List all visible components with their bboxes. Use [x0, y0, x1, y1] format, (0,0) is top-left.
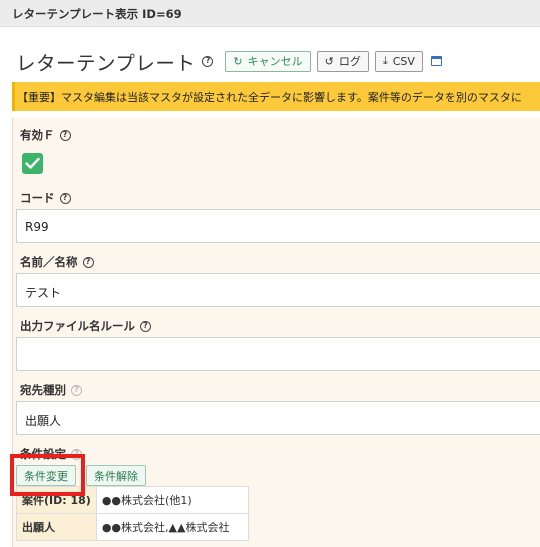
refresh-icon: ↻ — [233, 54, 243, 68]
help-icon[interactable]: ? — [71, 448, 82, 460]
cancel-button[interactable]: ↻ キャンセル — [225, 50, 311, 72]
page-title: レターテンプレート — [16, 51, 196, 75]
clear-conditions-label: 条件解除 — [94, 469, 138, 483]
destination-type-label: 宛先種別 ? — [20, 382, 82, 398]
calendar-icon[interactable] — [430, 56, 442, 66]
table-row: 出願人 ●●株式会社,▲▲株式会社 — [16, 513, 249, 541]
code-field-value: R99 — [25, 220, 49, 234]
file-rule-field[interactable] — [16, 337, 540, 371]
window-title: レターテンプレート表示 ID=69 — [12, 7, 182, 21]
condition-value: ●●株式会社(他1) — [95, 486, 249, 514]
active-flag-label: 有効Ｆ ? — [20, 127, 71, 143]
log-button[interactable]: ↺ ログ — [316, 50, 369, 72]
csv-button[interactable]: ⤓ CSV — [374, 50, 423, 72]
conditions-table: 案件(ID: 18) ●●株式会社(他1) 出願人 ●●株式会社,▲▲株式会社 — [16, 486, 249, 541]
code-label-text: コード — [20, 191, 55, 205]
help-icon[interactable]: ? — [140, 320, 151, 332]
destination-type-value: 出願人 — [25, 414, 62, 428]
active-flag-label-text: 有効Ｆ — [20, 128, 55, 142]
file-rule-label-text: 出力ファイル名ルール — [20, 319, 135, 333]
code-label: コード ? — [20, 190, 71, 206]
cancel-button-label: キャンセル — [247, 55, 303, 68]
download-icon: ⤓ — [382, 54, 388, 67]
change-conditions-button[interactable]: 条件変更 — [16, 465, 76, 486]
warning-banner: 【重要】マスタ編集は当該マスタが設定された全データに影響します。案件等のデータを… — [12, 82, 540, 111]
window-title-bar: レターテンプレート表示 ID=69 — [0, 0, 540, 27]
destination-type-label-text: 宛先種別 — [20, 383, 66, 397]
name-field-value: テスト — [25, 286, 62, 300]
help-icon[interactable]: ? — [71, 384, 82, 396]
destination-type-select[interactable]: 出願人 — [16, 401, 540, 435]
csv-button-label: CSV — [392, 54, 415, 68]
change-conditions-label: 条件変更 — [24, 469, 68, 483]
conditions-label: 条件設定 ? — [20, 446, 82, 462]
active-flag-checkbox[interactable] — [22, 153, 43, 174]
log-button-label: ログ — [338, 55, 361, 68]
help-icon[interactable]: ? — [202, 55, 214, 67]
name-field[interactable]: テスト — [16, 273, 540, 307]
name-label-text: 名前／名称 — [20, 255, 78, 269]
condition-key: 出願人 — [16, 513, 97, 541]
help-icon[interactable]: ? — [82, 256, 94, 268]
history-icon: ↺ — [324, 54, 334, 68]
checkmark-icon — [25, 157, 40, 169]
table-row: 案件(ID: 18) ●●株式会社(他1) — [16, 486, 249, 514]
code-field[interactable]: R99 — [16, 209, 540, 243]
help-icon[interactable]: ? — [59, 192, 71, 204]
clear-conditions-button[interactable]: 条件解除 — [86, 465, 146, 486]
condition-value: ●●株式会社,▲▲株式会社 — [95, 513, 249, 541]
help-icon[interactable]: ? — [59, 129, 71, 141]
condition-key: 案件(ID: 18) — [16, 486, 97, 514]
file-rule-label: 出力ファイル名ルール ? — [20, 318, 151, 334]
name-label: 名前／名称 ? — [20, 254, 94, 270]
warning-text: 【重要】マスタ編集は当該マスタが設定された全データに影響します。案件等のデータを… — [17, 91, 522, 104]
conditions-label-text: 条件設定 — [20, 447, 66, 461]
page-header: レターテンプレート ? ↻ キャンセル ↺ ログ ⤓ CSV — [16, 47, 442, 75]
